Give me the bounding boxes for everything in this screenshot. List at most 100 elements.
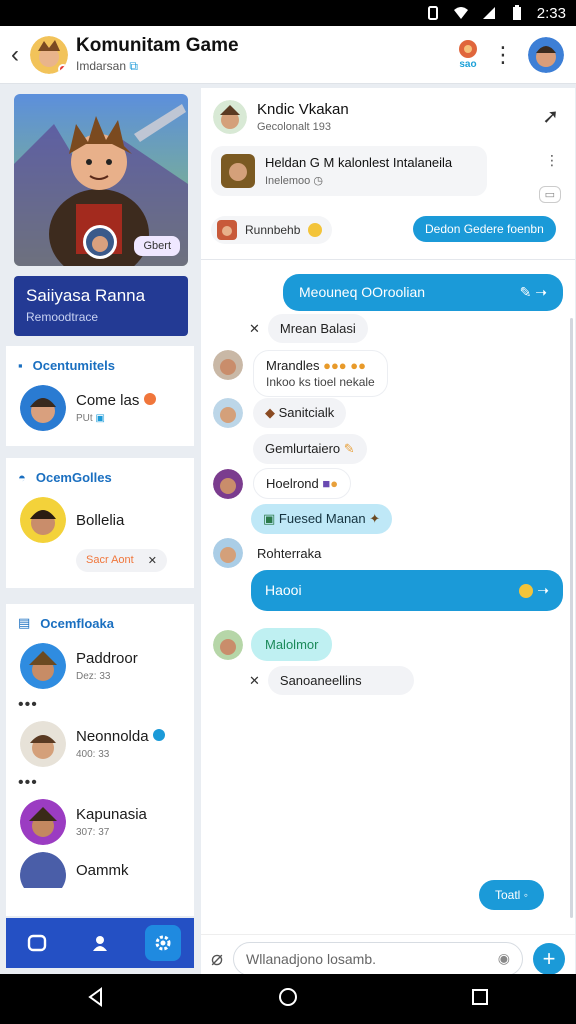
avatar [20, 497, 66, 543]
message-text: Gemlurtaiero [265, 441, 341, 456]
contact-name: Come las [76, 392, 140, 409]
tag-chip[interactable]: Runnbehb [211, 216, 333, 244]
list-item[interactable]: Paddroor Dez: 33 [6, 636, 194, 696]
message-in[interactable]: Gemlurtaiero ✎ [253, 434, 367, 464]
chevron-icon: ◦ [523, 888, 528, 902]
link-icon: ⧉ [129, 59, 138, 73]
send-icon: ➝ [519, 582, 549, 599]
avatar [213, 629, 243, 660]
avatar [20, 852, 66, 888]
group-header: Ocemfloaka [40, 615, 114, 631]
bottom-tab-bar [6, 918, 194, 968]
lock-icon: ▣ [95, 413, 105, 424]
expand-icon[interactable]: ▭ [538, 186, 561, 203]
profile-sub: Remoodtrace [26, 310, 99, 324]
message-text: Malolmor [265, 637, 319, 652]
message-out[interactable]: Haooi ➝ [251, 570, 563, 611]
list-item[interactable]: Come las PUt ▣ [6, 378, 194, 438]
person-icon [92, 936, 107, 951]
tab-profile[interactable] [82, 925, 118, 961]
chip-label: Sacr Aont [86, 554, 134, 566]
message-out[interactable]: Meouneq OOroolian ✎ ➝ [283, 274, 563, 311]
avatar[interactable] [213, 100, 247, 134]
edit-icon: ✎ ➝ [519, 284, 547, 300]
status-time: 2:33 [536, 4, 566, 22]
pinned-sub: Inelemoo [265, 175, 311, 187]
message-in[interactable]: ▣ Fuesed Manan ✦ [251, 504, 393, 534]
contact-meta: 400: 33 [76, 749, 110, 760]
contact-name: Kapunasia [76, 806, 147, 823]
contact-name: Neonnolda [76, 728, 149, 745]
share-icon[interactable]: ➚ [542, 104, 559, 129]
tab-settings[interactable] [144, 925, 181, 961]
close-icon[interactable]: ✕ [249, 673, 260, 689]
tab-chat[interactable] [19, 925, 55, 961]
more-icon[interactable]: ⋮ [492, 43, 514, 65]
contact-meta: 307: 37 [76, 827, 110, 838]
user-avatar[interactable] [528, 36, 564, 73]
chat-icon: ▪ [18, 357, 23, 373]
attach-icon[interactable]: ⌀ [211, 946, 223, 971]
message-in[interactable]: ◆ Sanitcialk [213, 398, 347, 428]
wifi-icon [453, 5, 469, 21]
pinned-title: Heldan G M kalonlest Intalaneila [265, 155, 453, 170]
emoji-icon: ✦ [369, 511, 381, 526]
message-text: Mrean Balasi [267, 314, 368, 343]
hero-button[interactable]: Gbert [134, 236, 180, 256]
emoji-icon: ▣ [263, 511, 276, 526]
home-nav-icon[interactable] [277, 986, 299, 1013]
jump-button[interactable]: Toatl ◦ [479, 880, 544, 910]
action-pill[interactable]: Dedon Gedere foenbn [413, 216, 556, 242]
message-text: Sanitcialk [278, 405, 335, 420]
group-1: ▪ Ocentumitels Come las PUt ▣ [6, 346, 194, 446]
emoji-icon [308, 223, 323, 237]
avatar [213, 398, 243, 428]
close-icon[interactable]: ✕ [148, 554, 157, 567]
avatar [20, 385, 66, 431]
chat-header: Kndic Vkakan Gecolonalt 193 ➚ Heldan G M… [201, 88, 575, 260]
folder-icon: ▤ [18, 615, 31, 630]
profile-card[interactable]: Saiiyasa Ranna Remoodtrace [14, 276, 188, 336]
close-icon[interactable]: ✕ [249, 321, 260, 337]
notifications-label: sao [459, 59, 477, 70]
list-item[interactable]: Neonnolda 400: 33 [6, 714, 194, 774]
list-item[interactable]: Oammk [6, 852, 194, 892]
app: ‹ Komunitam Game Imdarsan ⧉ sao ⋮ Gbert … [0, 26, 576, 982]
emoji-icon: ●●● ●● [323, 358, 366, 373]
avatar [213, 350, 243, 380]
message-in[interactable]: Malolmor [213, 628, 333, 661]
recents-nav-icon[interactable] [469, 986, 491, 1013]
gear-icon [155, 935, 171, 951]
list-item[interactable]: Bollelia [6, 490, 194, 550]
avatar [20, 799, 66, 845]
add-button[interactable]: + [533, 942, 565, 975]
message-in[interactable]: Rohterraka [213, 538, 321, 568]
game-icon [459, 40, 477, 58]
message-in[interactable]: Mrandles ●●● ●● Inkoo ks tioel nekale [213, 350, 388, 397]
more-icon[interactable]: ⋮ [545, 152, 559, 169]
emoji-icon: ✎ [343, 441, 355, 456]
chat-user-sub: Gecolonalt 193 [257, 121, 331, 133]
emoji-button-icon[interactable]: ◉ [498, 950, 510, 967]
scrollbar[interactable] [570, 318, 573, 918]
status-bar: 2:33 [0, 0, 576, 26]
message-dismiss[interactable]: ✕ Sanoaneellins [249, 666, 414, 695]
signal-icon [481, 5, 497, 21]
group-header: OcemGolles [35, 469, 112, 485]
back-nav-icon[interactable] [85, 986, 107, 1013]
notifications-button[interactable]: sao [458, 39, 478, 70]
back-button[interactable]: ‹ [0, 41, 30, 69]
message-in[interactable]: Hoelrond ■● [213, 468, 352, 499]
message-input[interactable]: Wllanadjono losamb. ◉ [233, 941, 523, 976]
message-text: Fuesed Manan [278, 511, 366, 526]
contact-chip[interactable]: Sacr Aont ✕ [76, 548, 167, 572]
message-dismiss[interactable]: ✕ Mrean Balasi [249, 314, 368, 343]
message-text: Haooi [265, 582, 302, 598]
chat-icon: ◓ [18, 469, 26, 485]
message-text: Sanoaneellins [267, 666, 414, 695]
contact-name: Oammk [76, 862, 129, 879]
list-item[interactable]: Kapunasia 307: 37 [6, 792, 194, 852]
contact-name: Paddroor [76, 650, 138, 667]
message-text: Meouneq OOroolian [299, 284, 426, 300]
community-avatar[interactable] [30, 35, 68, 74]
